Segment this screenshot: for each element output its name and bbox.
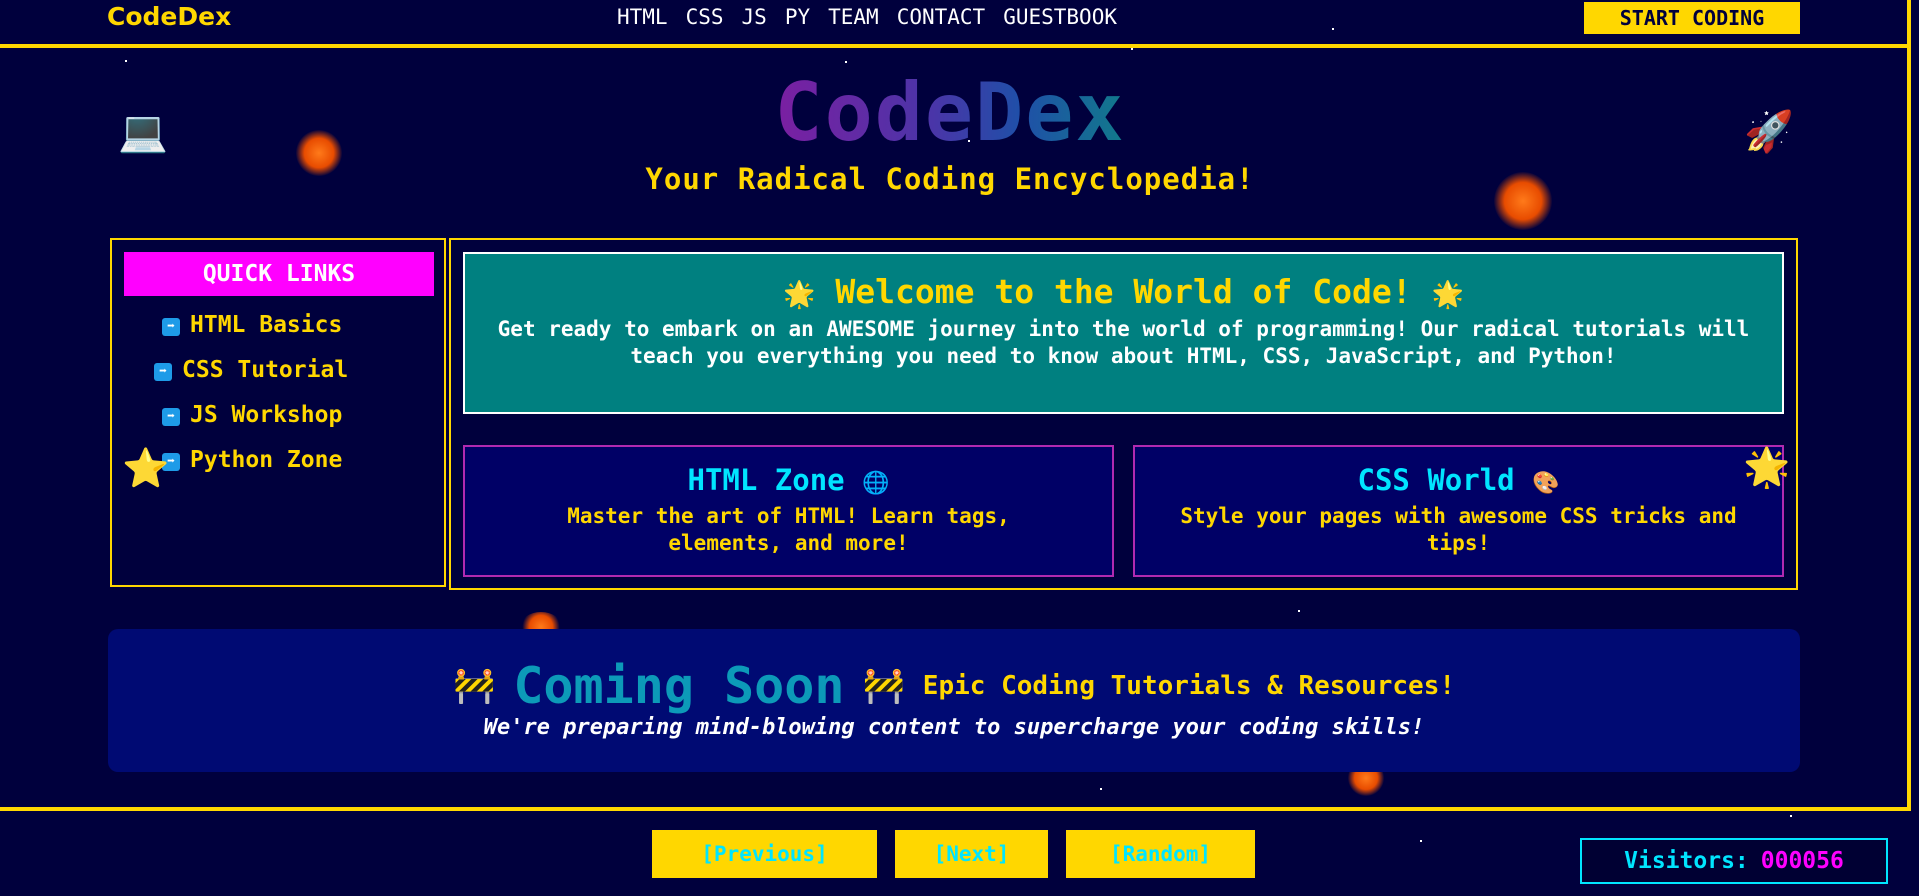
sparkle-icon: 🌟 [783, 280, 816, 310]
zone-description: Master the art of HTML! Learn tags, elem… [567, 504, 1010, 555]
html-zone-title-row: HTML Zone 🌐 [465, 463, 1112, 497]
construction-icon: 🚧 [862, 666, 905, 706]
zone-description: Style your pages with awesome CSS tricks… [1180, 504, 1737, 555]
coming-soon-title-row: 🚧 Coming Soon 🚧 Epic Coding Tutorials & … [108, 657, 1800, 715]
sidebar-item-js-workshop[interactable]: ➡ JS Workshop [162, 402, 342, 428]
visitor-counter: Visitors: 000056 [1580, 838, 1888, 884]
random-button[interactable]: [Random] [1066, 830, 1255, 878]
star-icon: 🌟 [1743, 445, 1791, 489]
quick-links-heading: QUICK LINKS [124, 252, 434, 296]
arrow-right-icon: ➡ [162, 408, 180, 426]
page-subtitle: Your Radical Coding Encyclopedia! [645, 162, 1255, 196]
arrow-right-icon: ➡ [162, 318, 180, 336]
sidebar-item-label: JS Workshop [190, 402, 343, 428]
coming-soon-banner: 🚧 Coming Soon 🚧 Epic Coding Tutorials & … [108, 629, 1800, 772]
sidebar-item-python-zone[interactable]: ➡ Python Zone [162, 447, 342, 473]
css-world-title-row: CSS World 🎨 [1135, 463, 1782, 497]
sidebar-item-label: CSS Tutorial [182, 357, 349, 383]
star-dot [1131, 48, 1133, 50]
next-button[interactable]: [Next] [895, 830, 1048, 878]
nav-links: HTML CSS JS PY TEAM CONTACT GUESTBOOK [617, 5, 1117, 29]
arrow-right-icon: ➡ [154, 363, 172, 381]
nav-link-js[interactable]: JS [742, 5, 767, 29]
nav-link-html[interactable]: HTML [617, 5, 668, 29]
coming-soon-tagline: Epic Coding Tutorials & Resources! [922, 671, 1456, 701]
welcome-text: Get ready to embark on an AWESOME journe… [497, 317, 1750, 368]
sidebar-item-html-basics[interactable]: ➡ HTML Basics [162, 312, 342, 338]
page-right-border [1907, 0, 1911, 810]
welcome-panel: 🌟 Welcome to the World of Code! 🌟 Get re… [463, 252, 1784, 414]
sparkle-icon: 🌟 [1431, 280, 1464, 310]
css-world-card[interactable]: CSS World 🎨 Style your pages with awesom… [1133, 445, 1790, 577]
coming-soon-subtitle: We're preparing mind-blowing content to … [483, 715, 1425, 740]
sidebar-item-css-tutorial[interactable]: ➡ CSS Tutorial [154, 357, 348, 383]
star-dot [1100, 788, 1102, 790]
page-title: CodeDex [774, 66, 1126, 159]
star-dot [1420, 840, 1422, 842]
top-navbar: CodeDex HTML CSS JS PY TEAM CONTACT GUES… [0, 0, 1907, 48]
html-zone-card[interactable]: HTML Zone 🌐 Master the art of HTML! Lear… [463, 445, 1114, 577]
zone-title: HTML Zone [687, 463, 845, 497]
welcome-title-row: 🌟 Welcome to the World of Code! 🌟 [465, 272, 1782, 311]
star-dot [1790, 815, 1792, 817]
nav-link-guestbook[interactable]: GUESTBOOK [1003, 5, 1117, 29]
sidebar-item-label: HTML Basics [190, 312, 343, 338]
main-content: 🌟 Welcome to the World of Code! 🌟 Get re… [449, 238, 1798, 590]
welcome-title: Welcome to the World of Code! [835, 272, 1412, 311]
star-icon: ⭐ [122, 446, 170, 490]
star-dot [1298, 610, 1300, 612]
nav-link-contact[interactable]: CONTACT [897, 5, 986, 29]
visitor-counter-label: Visitors: [1624, 848, 1749, 874]
coming-soon-title: Coming Soon [513, 657, 845, 715]
star-dot [125, 60, 127, 62]
brand-logo[interactable]: CodeDex [107, 2, 231, 31]
visitor-counter-value: 000056 [1760, 848, 1844, 874]
nav-link-py[interactable]: PY [785, 5, 810, 29]
palette-icon: 🎨 [1532, 471, 1560, 496]
nav-link-team[interactable]: TEAM [828, 5, 879, 29]
footer-divider [0, 807, 1911, 811]
previous-button[interactable]: [Previous] [652, 830, 877, 878]
globe-icon: 🌐 [862, 471, 890, 496]
start-coding-button[interactable]: START CODING [1584, 2, 1800, 34]
sidebar-item-label: Python Zone [190, 447, 343, 473]
quick-links-sidebar: QUICK LINKS ➡ HTML Basics ➡ CSS Tutorial… [110, 238, 446, 587]
star-dot [845, 61, 847, 63]
nav-link-css[interactable]: CSS [686, 5, 724, 29]
zone-title: CSS World [1357, 463, 1515, 497]
construction-icon: 🚧 [452, 666, 496, 706]
